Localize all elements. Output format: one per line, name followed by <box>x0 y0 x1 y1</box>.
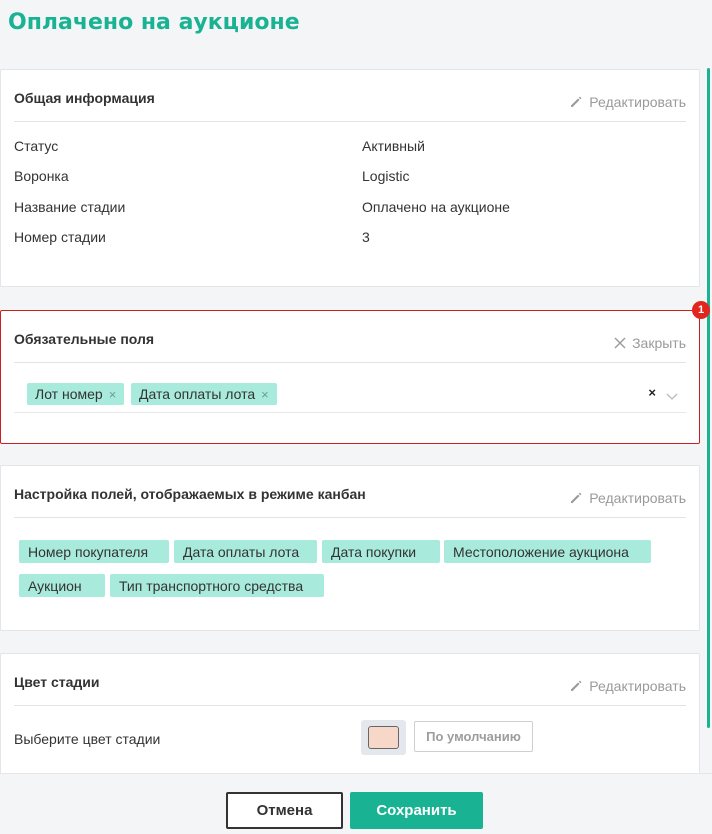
default-color-button[interactable]: По умолчанию <box>414 721 533 752</box>
color-edit-label: Редактировать <box>589 678 686 694</box>
kanban-fields-header: Настройка полей, отображаемых в режиме к… <box>14 466 686 518</box>
kanban-edit-button[interactable]: Редактировать <box>569 490 686 506</box>
required-fields-title: Обязательные поля <box>14 331 155 347</box>
footer-bar: Отмена Сохранить <box>0 773 712 834</box>
required-close-label: Закрыть <box>632 335 686 351</box>
kanban-edit-label: Редактировать <box>589 490 686 506</box>
general-edit-button[interactable]: Редактировать <box>569 94 686 110</box>
status-value: Активный <box>362 138 425 154</box>
scrollbar[interactable] <box>707 68 710 728</box>
general-info-card: Общая информация Редактировать Статус Ак… <box>0 69 700 287</box>
tag-remove-icon[interactable]: × <box>109 387 117 402</box>
stage-color-header: Цвет стадии Редактировать <box>14 654 686 706</box>
chip-buyer-number: Номер покупателя <box>19 540 169 563</box>
status-label: Статус <box>14 138 59 154</box>
funnel-label: Воронка <box>14 168 69 184</box>
color-picker[interactable] <box>361 720 406 755</box>
pencil-icon <box>569 95 583 109</box>
stage-number-label: Номер стадии <box>14 229 106 245</box>
stage-color-card: Цвет стадии Редактировать Выберите цвет … <box>0 653 700 783</box>
tag-lot-payment-date: Дата оплаты лота × <box>131 383 277 405</box>
kanban-fields-card: Настройка полей, отображаемых в режиме к… <box>0 465 700 631</box>
chip-auction: Аукцион <box>19 574 105 597</box>
required-fields-header: Обязательные поля Закрыть <box>14 311 686 363</box>
kanban-fields-title: Настройка полей, отображаемых в режиме к… <box>14 486 366 502</box>
general-info-header: Общая информация Редактировать <box>14 70 686 122</box>
funnel-value: Logistic <box>362 168 410 184</box>
close-icon <box>614 337 626 349</box>
clear-all-icon[interactable]: × <box>648 385 656 400</box>
required-fields-card: Обязательные поля Закрыть Лот номер × Да… <box>0 310 700 444</box>
required-close-button[interactable]: Закрыть <box>614 335 686 351</box>
stage-color-title: Цвет стадии <box>14 674 100 690</box>
required-fields-select[interactable]: Лот номер × Дата оплаты лота × × <box>14 379 686 413</box>
chip-lot-payment-date: Дата оплаты лота <box>174 540 317 563</box>
error-count-badge: 1 <box>692 301 710 319</box>
color-swatch <box>368 726 399 749</box>
general-info-title: Общая информация <box>14 90 155 106</box>
stage-color-label: Выберите цвет стадии <box>14 731 161 747</box>
tag-lot-number: Лот номер × <box>27 383 125 405</box>
chevron-down-icon[interactable] <box>666 388 678 406</box>
general-edit-label: Редактировать <box>589 94 686 110</box>
color-edit-button[interactable]: Редактировать <box>569 678 686 694</box>
stage-name-label: Название стадии <box>14 199 126 215</box>
chip-auction-location: Местоположение аукциона <box>444 540 651 563</box>
chip-purchase-date: Дата покупки <box>322 540 440 563</box>
stage-number-value: 3 <box>362 229 370 245</box>
pencil-icon <box>569 679 583 693</box>
stage-name-value: Оплачено на аукционе <box>362 199 510 215</box>
tag-remove-icon[interactable]: × <box>261 387 269 402</box>
cancel-button[interactable]: Отмена <box>226 792 343 829</box>
chip-vehicle-type: Тип транспортного средства <box>110 574 324 597</box>
save-button[interactable]: Сохранить <box>350 792 483 829</box>
tag-label: Дата оплаты лота <box>139 386 256 402</box>
page-title: Оплачено на аукционе <box>8 10 300 35</box>
tag-label: Лот номер <box>35 386 103 402</box>
pencil-icon <box>569 491 583 505</box>
